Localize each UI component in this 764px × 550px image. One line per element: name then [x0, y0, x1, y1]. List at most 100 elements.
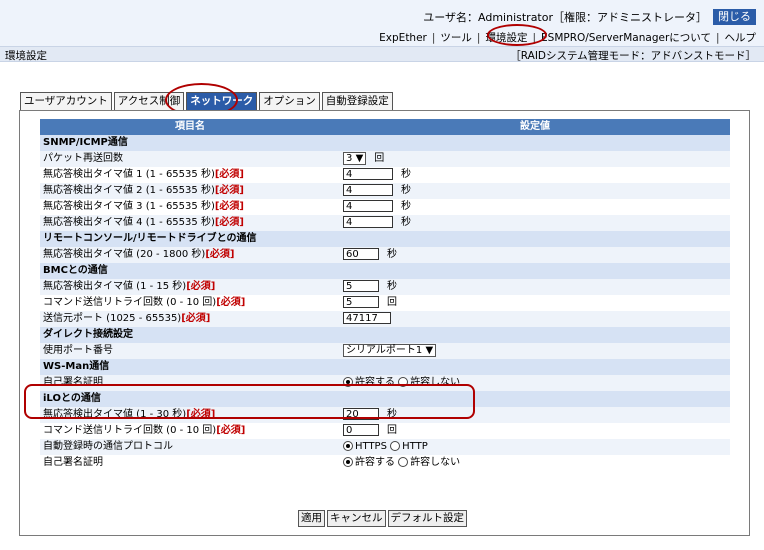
table-row: 無応答検出タイマ値 4 (1 - 65535 秒)[必須] 4秒: [40, 215, 730, 231]
raid-mode: ［RAIDシステム管理モード：アドバンストモード］: [510, 50, 756, 62]
table-row: 送信元ポート (1025 - 65535)[必須] 47117: [40, 311, 730, 327]
row-label: 無応答検出タイマ値 (20 - 1800 秒)[必須]: [40, 247, 340, 263]
bmc-retry-input[interactable]: 5: [343, 296, 379, 308]
required-mark: [必須]: [205, 249, 235, 260]
table-row: 使用ポート番号 シリアルポート1 ▼: [40, 343, 730, 359]
tab-auto-registration[interactable]: 自動登録設定: [321, 92, 393, 110]
highlight-circle-env: [487, 24, 547, 46]
top-links: ExpEther | ツール | 環境設定 | ESMPRO/ServerMan…: [379, 30, 756, 45]
required-mark: [必須]: [216, 297, 246, 308]
table-row: コマンド送信リトライ回数 (0 - 10 回)[必須] 5回: [40, 295, 730, 311]
radio-https[interactable]: [343, 441, 353, 451]
close-button[interactable]: 閉じる: [713, 9, 756, 25]
radio-label: HTTP: [402, 441, 428, 452]
section-title: リモートコンソール/リモートドライブとの通信: [40, 231, 730, 247]
retry-count-select[interactable]: 3 ▼: [343, 151, 367, 165]
row-label: 使用ポート番号: [40, 343, 340, 359]
table-row: 無応答検出タイマ値 (20 - 1800 秒)[必須] 60 秒: [40, 247, 730, 263]
row-label: 無応答検出タイマ値 4 (1 - 65535 秒)[必須]: [40, 215, 340, 231]
radio-label: HTTPS: [355, 441, 387, 452]
snmp-timer2-input[interactable]: 4: [343, 184, 393, 196]
row-label: 無応答検出タイマ値 3 (1 - 65535 秒)[必須]: [40, 199, 340, 215]
unit-label: 秒: [387, 249, 397, 260]
section-wsman: WS-Man通信: [40, 359, 730, 375]
table-row: 自己署名証明 許容する 許容しない: [40, 455, 730, 471]
unit-label: 秒: [401, 217, 411, 228]
cancel-button[interactable]: キャンセル: [327, 510, 386, 527]
link-separator: |: [715, 31, 720, 44]
table-row: 無応答検出タイマ値 2 (1 - 65535 秒)[必須] 4秒: [40, 183, 730, 199]
row-label: 自動登録時の通信プロトコル: [40, 439, 340, 455]
radio-label: 許容する: [355, 457, 395, 468]
breadcrumb: 環境設定 ［RAIDシステム管理モード：アドバンストモード］: [0, 46, 764, 62]
user-label: ユーザ名：Administrator［権限：アドミニストレータ］: [423, 11, 707, 24]
section-snmp: SNMP/ICMP通信: [40, 135, 730, 151]
section-remote: リモートコンソール/リモートドライブとの通信: [40, 231, 730, 247]
table-row: 無応答検出タイマ値 3 (1 - 65535 秒)[必須] 4秒: [40, 199, 730, 215]
remote-timer-input[interactable]: 60: [343, 248, 379, 260]
radio-ilo-allow[interactable]: [343, 457, 353, 467]
top-bar: ユーザ名：Administrator［権限：アドミニストレータ］ 閉じる Exp…: [0, 0, 764, 46]
header-setting-value: 設定値: [340, 119, 730, 135]
header-item-name: 項目名: [40, 119, 340, 135]
default-settings-button[interactable]: デフォルト設定: [387, 510, 467, 527]
row-label: パケット再送回数: [40, 151, 340, 167]
link-separator: |: [431, 31, 436, 44]
row-label: 無応答検出タイマ値 2 (1 - 65535 秒)[必須]: [40, 183, 340, 199]
snmp-timer4-input[interactable]: 4: [343, 216, 393, 228]
unit-label: 回: [387, 425, 397, 436]
row-label: コマンド送信リトライ回数 (0 - 10 回)[必須]: [40, 423, 340, 439]
table-row: コマンド送信リトライ回数 (0 - 10 回)[必須] 0回: [40, 423, 730, 439]
settings-panel: 項目名 設定値 SNMP/ICMP通信 パケット再送回数 3 ▼ 回 無応答検出タ…: [19, 110, 750, 536]
action-buttons: 適用 キャンセル デフォルト設定: [298, 510, 467, 527]
required-mark: [必須]: [214, 185, 244, 196]
chevron-down-icon: ▼: [425, 344, 434, 356]
section-bmc: BMCとの通信: [40, 263, 730, 279]
table-row: 無応答検出タイマ値 1 (1 - 65535 秒)[必須] 4秒: [40, 167, 730, 183]
table-row: パケット再送回数 3 ▼ 回: [40, 151, 730, 167]
row-label: 送信元ポート (1025 - 65535)[必須]: [40, 311, 340, 327]
row-label: コマンド送信リトライ回数 (0 - 10 回)[必須]: [40, 295, 340, 311]
snmp-timer3-input[interactable]: 4: [343, 200, 393, 212]
tab-options[interactable]: オプション: [259, 92, 320, 110]
unit-label: 秒: [387, 281, 397, 292]
bmc-port-input[interactable]: 47117: [343, 312, 391, 324]
section-title: ダイレクト接続設定: [40, 327, 730, 343]
unit-label: 回: [374, 153, 385, 164]
user-info: ユーザ名：Administrator［権限：アドミニストレータ］ 閉じる: [423, 9, 756, 25]
unit-label: 秒: [401, 169, 411, 180]
table-row: 無応答検出タイマ値 (1 - 15 秒)[必須] 5秒: [40, 279, 730, 295]
section-title: WS-Man通信: [40, 359, 730, 375]
row-label: 無応答検出タイマ値 1 (1 - 65535 秒)[必須]: [40, 167, 340, 183]
snmp-timer1-input[interactable]: 4: [343, 168, 393, 180]
tab-user-account[interactable]: ユーザアカウント: [20, 92, 112, 110]
section-direct: ダイレクト接続設定: [40, 327, 730, 343]
link-tools[interactable]: ツール: [440, 30, 472, 45]
section-title: SNMP/ICMP通信: [40, 135, 730, 151]
link-about[interactable]: ESMPRO/ServerManagerについて: [541, 30, 711, 45]
link-expether[interactable]: ExpEther: [379, 32, 427, 44]
required-mark: [必須]: [186, 281, 216, 292]
required-mark: [必須]: [214, 217, 244, 228]
required-mark: [必須]: [214, 169, 244, 180]
bmc-timer-input[interactable]: 5: [343, 280, 379, 292]
port-select[interactable]: シリアルポート1 ▼: [343, 343, 437, 357]
chevron-down-icon: ▼: [355, 152, 364, 164]
unit-label: 秒: [401, 201, 411, 212]
apply-button[interactable]: 適用: [298, 510, 325, 527]
row-label: 無応答検出タイマ値 (1 - 15 秒)[必須]: [40, 279, 340, 295]
ilo-retry-input[interactable]: 0: [343, 424, 379, 436]
row-label: 自己署名証明: [40, 455, 340, 471]
highlight-box-wsman: [24, 384, 475, 419]
radio-http[interactable]: [390, 441, 401, 451]
link-help[interactable]: ヘルプ: [725, 30, 757, 45]
page-title: 環境設定: [5, 50, 47, 62]
radio-label: 許容しない: [410, 457, 461, 468]
unit-label: 回: [387, 297, 397, 308]
unit-label: 秒: [401, 185, 411, 196]
required-mark: [必須]: [181, 313, 211, 324]
table-header: 項目名 設定値: [40, 119, 730, 135]
required-mark: [必須]: [216, 425, 246, 436]
table-row: 自動登録時の通信プロトコル HTTPS HTTP: [40, 439, 730, 455]
radio-ilo-deny[interactable]: [398, 457, 409, 467]
